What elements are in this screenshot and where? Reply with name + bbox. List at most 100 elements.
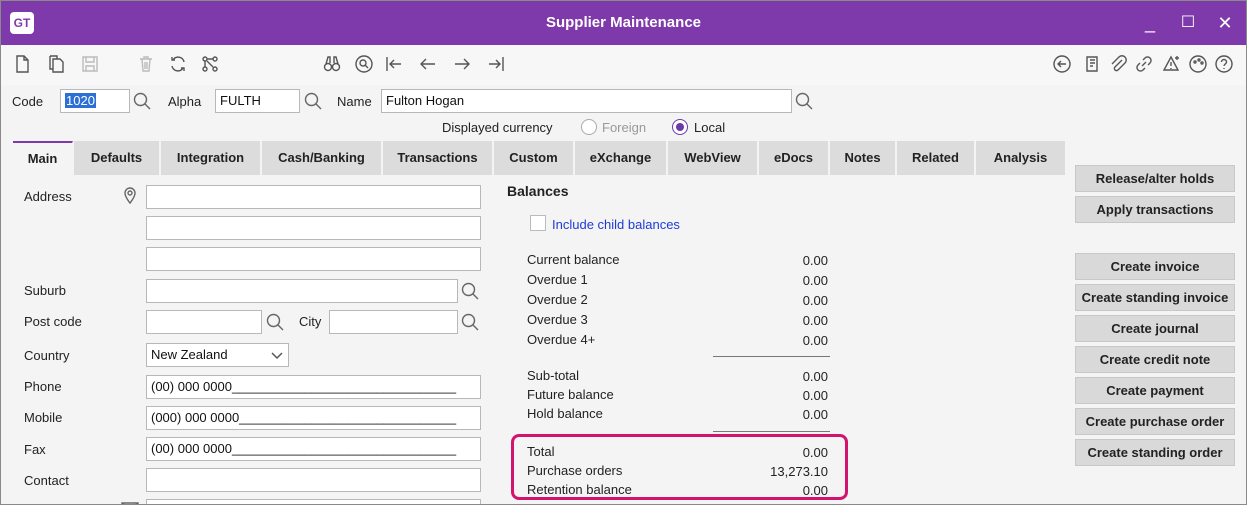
close-button[interactable]: ✕ [1213,11,1237,35]
chevron-down-icon [271,349,283,361]
create-purchase-order-button[interactable]: Create purchase order [1075,408,1235,435]
retention-balance-label: Retention balance [527,482,632,497]
address-line-2-field[interactable] [146,216,481,240]
postcode-label: Post code [24,314,82,329]
postcode-search-icon[interactable] [265,312,285,332]
fax-label: Fax [24,442,46,457]
name-field[interactable]: Fulton Hogan [381,89,792,113]
tab-defaults[interactable]: Defaults [74,141,160,175]
overdue-3-label: Overdue 3 [527,312,588,327]
code-label: Code [12,94,44,109]
binoculars-icon[interactable] [321,53,343,75]
tab-transactions[interactable]: Transactions [383,141,493,175]
code-search-icon[interactable] [132,91,152,111]
code-value: 1020 [65,93,96,108]
last-record-icon[interactable] [485,53,507,75]
email-field[interactable] [146,499,481,504]
alpha-label: Alpha [168,94,202,109]
alert-add-icon[interactable] [1161,53,1183,75]
phone-field[interactable]: (00) 000 0000___________________________… [146,375,481,399]
include-child-checkbox[interactable] [530,215,546,231]
address-line-3-field[interactable] [146,247,481,271]
palette-icon[interactable] [1187,53,1209,75]
new-document-icon[interactable] [11,53,33,75]
hold-balance-label: Hold balance [527,406,603,421]
alpha-field[interactable]: FULTH [215,89,300,113]
copy-document-icon[interactable] [45,53,67,75]
mobile-field[interactable]: (000) 000 0000__________________________… [146,406,481,430]
city-search-icon[interactable] [460,312,480,332]
delete-icon[interactable] [135,53,157,75]
tab-exchange[interactable]: eXchange [575,141,667,175]
create-credit-note-button[interactable]: Create credit note [1075,346,1235,373]
current-balance-value: 0.00 [802,253,828,268]
retention-balance-value: 0.00 [802,483,828,498]
location-pin-icon[interactable] [120,185,140,205]
city-field[interactable] [329,310,458,334]
fax-field[interactable]: (00) 000 0000___________________________… [146,437,481,461]
address-line-1-field[interactable] [146,185,481,209]
contact-label: Contact [24,473,69,488]
country-select[interactable]: New Zealand [146,343,289,367]
previous-record-icon[interactable] [417,53,439,75]
overdue-4-label: Overdue 4+ [527,332,596,347]
balances-heading: Balances [507,183,569,199]
subtotal-rule [713,356,830,357]
create-journal-button[interactable]: Create journal [1075,315,1235,342]
find-circle-icon[interactable] [353,53,375,75]
minimize-button[interactable]: _ [1138,11,1162,35]
total-label: Total [527,444,555,459]
tab-notes[interactable]: Notes [830,141,896,175]
tab-analysis[interactable]: Analysis [976,141,1066,175]
create-standing-order-button[interactable]: Create standing order [1075,439,1235,466]
overdue-4-value: 0.00 [802,333,828,348]
tab-cash-banking[interactable]: Cash/Banking [262,141,382,175]
mobile-label: Mobile [24,410,63,425]
link-icon[interactable] [1133,53,1155,75]
future-balance-value: 0.00 [802,388,828,403]
tab-main[interactable]: Main [13,141,73,175]
refresh-icon[interactable] [167,53,189,75]
suburb-field[interactable] [146,279,458,303]
window-title: Supplier Maintenance [545,14,702,31]
back-circle-icon[interactable] [1051,53,1073,75]
first-record-icon[interactable] [383,53,405,75]
code-field[interactable]: 1020 [60,89,130,113]
create-payment-button[interactable]: Create payment [1075,377,1235,404]
maximize-button[interactable]: ☐ [1176,11,1200,35]
save-icon[interactable] [79,53,101,75]
postcode-field[interactable] [146,310,262,334]
release-alter-holds-button[interactable]: Release/alter holds [1075,165,1235,192]
overdue-3-value: 0.00 [802,313,828,328]
contact-field[interactable] [146,468,481,492]
tab-webview[interactable]: WebView [668,141,758,175]
title-bar: GT Supplier Maintenance _ ☐ ✕ [1,1,1246,45]
suburb-search-icon[interactable] [460,281,480,301]
tab-integration[interactable]: Integration [161,141,261,175]
tab-custom[interactable]: Custom [494,141,574,175]
next-record-icon[interactable] [451,53,473,75]
attachment-icon[interactable] [1107,53,1129,75]
overdue-1-label: Overdue 1 [527,272,588,287]
notes-icon[interactable] [1081,53,1103,75]
name-search-icon[interactable] [794,91,814,111]
currency-foreign-radio[interactable] [581,119,597,135]
alpha-search-icon[interactable] [303,91,323,111]
help-icon[interactable] [1213,53,1235,75]
currency-local-radio[interactable] [672,119,688,135]
tab-edocs[interactable]: eDocs [759,141,829,175]
subtotal-value: 0.00 [802,369,828,384]
email-icon[interactable] [120,498,140,504]
currency-foreign-label: Foreign [602,120,647,135]
create-standing-invoice-button[interactable]: Create standing invoice [1075,284,1235,311]
create-invoice-button[interactable]: Create invoice [1075,253,1235,280]
hold-balance-value: 0.00 [802,407,828,422]
include-child-balances-label[interactable]: Include child balances [552,217,680,232]
address-label: Address [24,189,72,204]
link-nodes-icon[interactable] [199,53,221,75]
overdue-1-value: 0.00 [802,273,828,288]
tab-related[interactable]: Related [897,141,975,175]
overdue-2-label: Overdue 2 [527,292,588,307]
apply-transactions-button[interactable]: Apply transactions [1075,196,1235,223]
subtotal-label: Sub-total [527,368,580,383]
